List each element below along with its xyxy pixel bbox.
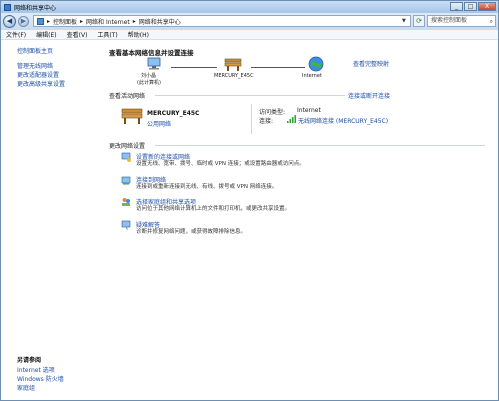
task-troubleshoot-desc: 诊断并修复网络问题，或获得故障排除信息。 [136,229,247,235]
see-also-internet-options[interactable]: Internet 选项 [17,365,55,374]
bench-network-icon [121,108,143,124]
window-title: 网络和共享中心 [14,4,57,12]
sidebar-item-manage-wireless[interactable]: 管理无线网络 [17,61,53,70]
homegroup-icon [122,198,130,206]
breadcrumb-network-sharing-center[interactable]: 网络和共享中心 [139,17,181,26]
vertical-divider [251,104,252,134]
menu-tools[interactable]: 工具(T) [92,30,122,39]
map-computer-sub: (此计算机) [137,80,161,86]
connection-label: 连接: [259,118,274,125]
wireless-signal-icon [287,115,296,123]
change-settings-label: 更改网络设置 [109,143,146,150]
menu-view[interactable]: 查看(V) [62,30,93,39]
address-dropdown-icon[interactable]: ▼ [402,18,406,24]
network-type-link[interactable]: 公用网络 [147,119,171,128]
menu-file[interactable]: 文件(F) [1,30,31,39]
sidebar-item-advanced-sharing[interactable]: 更改高级共享设置 [17,79,65,88]
map-router [221,56,245,74]
breadcrumb-separator: ▸ [47,17,51,25]
task-connect-network-desc: 连接到或重新连接到无线、有线、拨号或 VPN 网络连接。 [136,184,278,190]
active-networks-label: 查看活动网络 [109,93,146,100]
network-center-icon [4,3,11,11]
connect-disconnect-link[interactable]: 连接或断开连接 [348,91,390,100]
search-input[interactable]: 搜索控制面板 ⌕ [427,15,496,27]
globe-icon [308,56,324,72]
sidebar: 控制面板主页 管理无线网络 更改适配器设置 更改高级共享设置 另请参阅 Inte… [1,40,101,400]
address-box[interactable]: ▸ 控制面板 ▸ 网络和 Internet ▸ 网络和共享中心 [33,15,411,27]
address-bar: ◀ ▶ ▸ 控制面板 ▸ 网络和 Internet ▸ 网络和共享中心 ▼ ⟳ … [1,13,498,30]
map-router-name: MERCURY_E45C [214,73,254,79]
breadcrumb-separator: ▸ [132,17,136,25]
map-internet-name: Internet [302,73,322,79]
menu-bar: 文件(F) 编辑(E) 查看(V) 工具(T) 帮助(H) [1,30,498,40]
menu-edit[interactable]: 编辑(E) [31,30,61,39]
control-panel-icon [37,17,44,25]
map-computer-name: 刘小晶 [141,73,157,79]
see-also-windows-firewall[interactable]: Windows 防火墙 [17,374,64,383]
main-content: 查看基本网络信息并设置连接 查看完整映射 刘小晶 (此计算机) MERCURY_… [101,40,498,400]
back-button[interactable]: ◀ [3,15,16,28]
computer-icon [147,57,161,70]
map-internet [307,56,325,74]
see-also-homegroup[interactable]: 家庭组 [17,383,35,392]
map-link-line [171,67,217,68]
window-controls: _ □ X [450,2,496,11]
menu-help[interactable]: 帮助(H) [123,30,154,39]
see-also-heading: 另请参阅 [17,357,42,364]
access-type-label: 访问类型: [259,109,286,116]
wireless-connection-link[interactable]: 无线网络连接 (MERCURY_E45C) [298,116,388,125]
section-divider [155,95,345,96]
task-setup-connection-desc: 设置无线、宽带、拨号、临时或 VPN 连接；或设置路由器或访问点。 [136,161,305,167]
bench-network-icon [224,58,242,71]
map-computer [139,57,169,73]
active-network-name: MERCURY_E45C [147,110,200,117]
view-full-map-link[interactable]: 查看完整映射 [353,59,389,68]
sidebar-control-panel-home[interactable]: 控制面板主页 [17,46,53,55]
connect-network-icon [121,176,131,185]
refresh-button[interactable]: ⟳ [413,15,425,27]
minimize-button[interactable]: _ [450,2,463,11]
sidebar-item-adapter-settings[interactable]: 更改适配器设置 [17,70,59,79]
maximize-button[interactable]: □ [464,2,477,11]
titlebar: 网络和共享中心 _ □ X [1,1,498,13]
section-divider [155,145,485,146]
close-button[interactable]: X [478,2,496,11]
new-connection-icon [121,152,131,162]
search-icon[interactable]: ⌕ [490,17,493,27]
breadcrumb-separator: ▸ [80,17,84,25]
access-type-value: Internet [297,107,321,114]
troubleshoot-icon [121,220,131,230]
page-title: 查看基本网络信息并设置连接 [109,49,194,57]
window: 网络和共享中心 _ □ X ◀ ▶ ▸ 控制面板 ▸ 网络和 Internet … [0,0,499,401]
task-homegroup-sharing-desc: 访问位于其他网络计算机上的文件和打印机，或更改共享设置。 [136,206,291,212]
map-link-line [251,67,305,68]
breadcrumb-network-internet[interactable]: 网络和 Internet [86,17,130,26]
forward-button[interactable]: ▶ [18,16,29,27]
search-placeholder: 搜索控制面板 [431,17,468,24]
breadcrumb-control-panel[interactable]: 控制面板 [53,17,77,26]
